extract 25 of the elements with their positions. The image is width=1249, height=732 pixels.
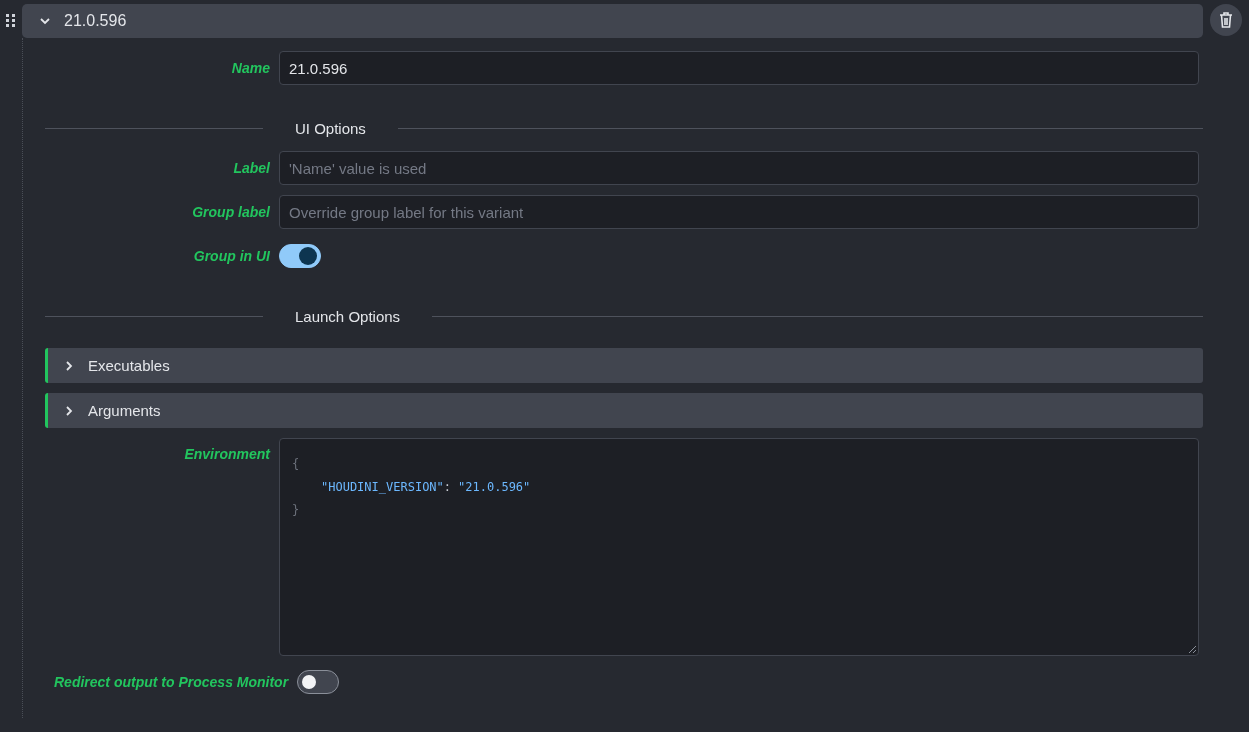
- field-label: Name: [230, 60, 270, 76]
- section-heading: UI Options: [294, 119, 367, 137]
- field-label: Redirect output to Process Monitor: [54, 674, 289, 690]
- text-field[interactable]: 21.0.596: [279, 51, 1199, 85]
- field-label: Group in UI: [192, 248, 270, 264]
- variant-header[interactable]: 21.0.596: [22, 4, 1203, 38]
- delete-button[interactable]: [1210, 4, 1242, 36]
- variant-title: 21.0.596: [64, 12, 127, 30]
- field-label: Environment: [183, 445, 270, 462]
- toggle-switch[interactable]: [297, 670, 340, 694]
- toggle-switch[interactable]: [279, 244, 321, 268]
- code-editor[interactable]: { "HOUDINI_VERSION": "21.0.596" }: [279, 438, 1199, 656]
- field-label: Group label: [191, 204, 270, 220]
- trash-icon: [1219, 12, 1233, 28]
- code-line: {: [292, 456, 300, 473]
- resize-grip-icon[interactable]: [1189, 646, 1196, 653]
- field-label: Label: [232, 160, 270, 176]
- section-heading: Launch Options: [294, 307, 402, 325]
- text-field[interactable]: 'Name' value is used: [279, 151, 1199, 185]
- code-line: "HOUDINI_VERSION": "21.0.596": [320, 479, 531, 496]
- drag-handle-icon[interactable]: [6, 14, 16, 28]
- code-line: }: [292, 502, 300, 519]
- collapsible-section[interactable]: Arguments: [45, 393, 1203, 428]
- collapsible-section[interactable]: Executables: [45, 348, 1203, 383]
- text-field[interactable]: Override group label for this variant: [279, 195, 1199, 229]
